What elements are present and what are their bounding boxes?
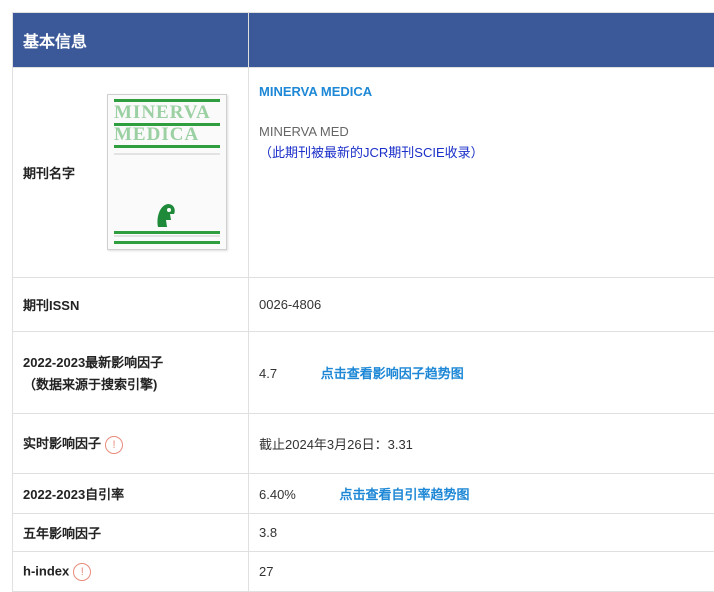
index-note: （此期刊被最新的JCR期刊SCIE收录） [259, 145, 484, 160]
cover-title-2: MEDICA [114, 124, 200, 145]
realtime-if-label-cell: 实时影响因子! [12, 413, 249, 474]
journal-abbr: MINERVA MED [259, 124, 349, 139]
journal-name-link[interactable]: MINERVA MEDICA [259, 84, 372, 99]
h-index-value: 27 [248, 551, 714, 592]
table-row: h-index! 27 [12, 551, 714, 592]
journal-name-label: 期刊名字 [23, 166, 76, 181]
helmet-logo-icon [157, 204, 175, 227]
self-citation-value: 6.40% [259, 487, 296, 502]
journal-cover-image: MINERVA MEDICA [107, 94, 227, 250]
issn-value: 0026-4806 [248, 277, 714, 332]
impact-factor-source: （数据来源于搜索引擎) [23, 377, 158, 392]
impact-factor-trend-link[interactable]: 点击查看影响因子趋势图 [321, 366, 464, 381]
realtime-if-value: 截止2024年3月26日：3.31 [248, 413, 714, 474]
table-row: 期刊名字 MINERVA MEDICA MINERVA MEDICA MINER… [12, 67, 714, 278]
journal-name-value-cell: MINERVA MEDICA MINERVA MED （此期刊被最新的JCR期刊… [248, 67, 714, 278]
header-row: 基本信息 [12, 12, 714, 68]
header-blank [248, 12, 714, 68]
section-title: 基本信息 [12, 12, 249, 68]
table-row: 实时影响因子! 截止2024年3月26日：3.31 [12, 413, 714, 474]
journal-info-panel: 基本信息 期刊名字 MINERVA MEDICA MINERVA MEDICA … [0, 0, 714, 592]
table-row: 2022-2023自引率 6.40% 点击查看自引率趋势图 [12, 473, 714, 514]
h-index-label-cell: h-index! [12, 551, 249, 592]
five-year-if-value: 3.8 [248, 513, 714, 552]
impact-factor-value-cell: 4.7 点击查看影响因子趋势图 [248, 331, 714, 414]
info-icon[interactable]: ! [105, 435, 124, 454]
self-citation-value-cell: 6.40% 点击查看自引率趋势图 [248, 473, 714, 514]
cover-title-1: MINERVA [114, 102, 211, 123]
journal-name-label-cell: 期刊名字 MINERVA MEDICA [12, 67, 249, 278]
info-icon[interactable]: ! [73, 562, 92, 581]
h-index-label: h-index [23, 562, 70, 578]
impact-factor-label: 2022-2023最新影响因子 [23, 355, 164, 370]
table-row: 五年影响因子 3.8 [12, 513, 714, 552]
self-citation-label: 2022-2023自引率 [12, 473, 249, 514]
five-year-if-label: 五年影响因子 [12, 513, 249, 552]
impact-factor-label-cell: 2022-2023最新影响因子 （数据来源于搜索引擎) [12, 331, 249, 414]
table-row: 2022-2023最新影响因子 （数据来源于搜索引擎) 4.7 点击查看影响因子… [12, 331, 714, 414]
self-citation-trend-link[interactable]: 点击查看自引率趋势图 [340, 487, 470, 502]
info-table: 基本信息 期刊名字 MINERVA MEDICA MINERVA MEDICA … [12, 12, 714, 592]
impact-factor-value: 4.7 [259, 366, 278, 381]
realtime-if-label: 实时影响因子 [23, 436, 102, 452]
table-row: 期刊ISSN 0026-4806 [12, 277, 714, 332]
issn-label: 期刊ISSN [12, 277, 249, 332]
